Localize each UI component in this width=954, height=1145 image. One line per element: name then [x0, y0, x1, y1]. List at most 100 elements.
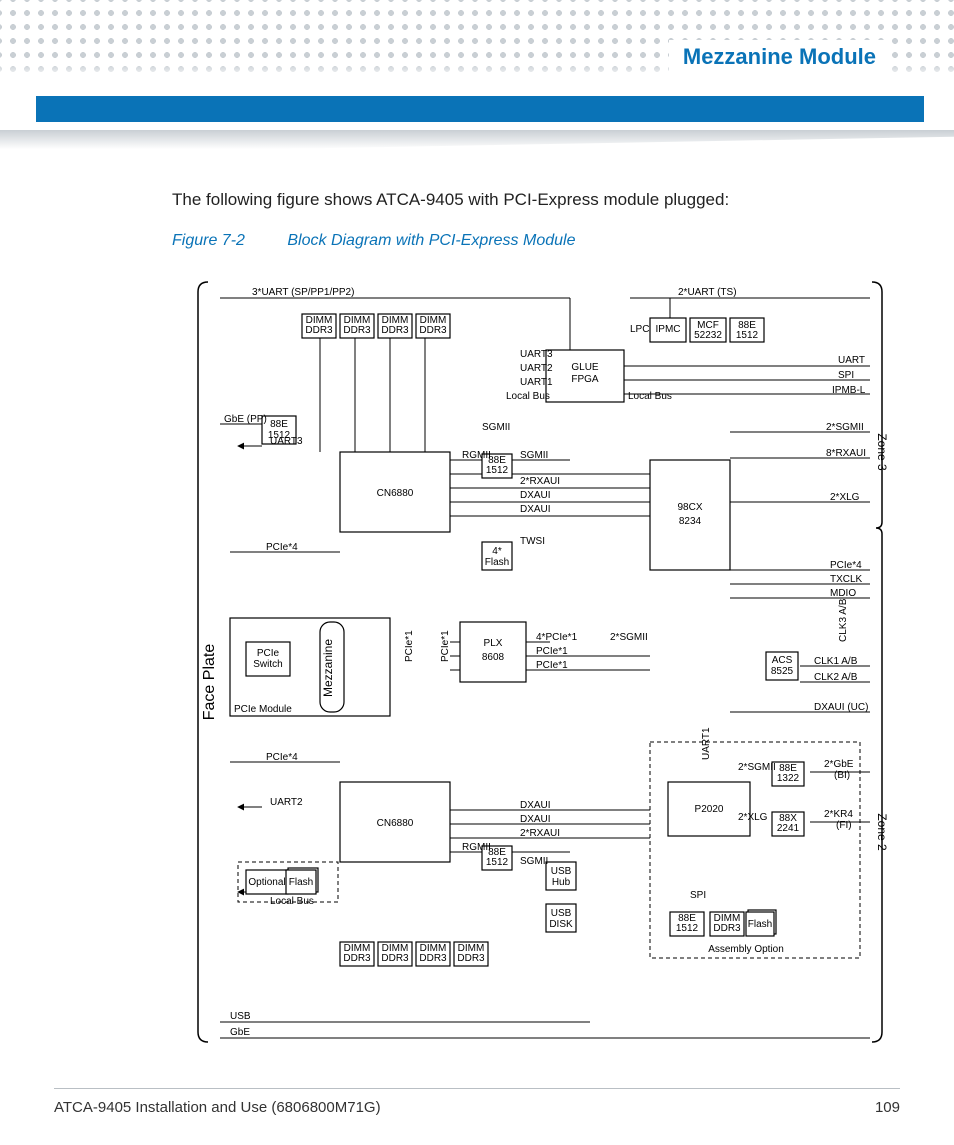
svg-text:8234: 8234	[679, 516, 702, 527]
svg-text:DXAUI (UC): DXAUI (UC)	[814, 702, 868, 713]
svg-text:DISK: DISK	[549, 919, 573, 930]
svg-text:UART1: UART1	[520, 377, 553, 388]
svg-text:(BI): (BI)	[834, 770, 850, 781]
svg-text:PCIe*4: PCIe*4	[266, 752, 298, 763]
svg-text:Local Bus: Local Bus	[628, 391, 672, 402]
svg-text:Hub: Hub	[552, 877, 571, 888]
block-pcie-switch: PCIe	[257, 648, 280, 659]
svg-text:8608: 8608	[482, 652, 505, 663]
footer-doc: ATCA-9405 Installation and Use (6806800M…	[54, 1099, 381, 1116]
svg-text:Local Bus: Local Bus	[270, 896, 314, 907]
svg-text:4*PCIe*1: 4*PCIe*1	[536, 632, 578, 643]
svg-text:IPMB-L: IPMB-L	[832, 385, 866, 396]
block-cn6880-bot: CN6880	[377, 818, 414, 829]
svg-text:TWSI: TWSI	[520, 536, 545, 547]
svg-text:2*SGMII: 2*SGMII	[826, 422, 864, 433]
svg-text:ACS: ACS	[772, 655, 793, 666]
svg-text:MDIO: MDIO	[830, 588, 856, 599]
intro-text: The following figure shows ATCA-9405 wit…	[172, 190, 729, 210]
svg-text:TXCLK: TXCLK	[830, 574, 863, 585]
mezzanine-label: Mezzanine	[321, 639, 335, 697]
svg-text:UART2: UART2	[520, 363, 553, 374]
svg-text:(FI): (FI)	[836, 820, 852, 831]
zone3-label: Zone 3	[875, 433, 889, 471]
svg-text:PCIe*1: PCIe*1	[404, 630, 415, 662]
svg-text:USB: USB	[551, 866, 572, 877]
svg-text:UART1: UART1	[701, 727, 712, 760]
figure-title: Block Diagram with PCI-Express Module	[287, 232, 575, 249]
svg-text:SGMII: SGMII	[520, 450, 548, 461]
block-98cx: 98CX	[677, 502, 702, 513]
svg-text:1322: 1322	[777, 773, 800, 784]
block-p2020: P2020	[695, 804, 724, 815]
svg-text:1512: 1512	[736, 330, 759, 341]
svg-text:DXAUI: DXAUI	[520, 814, 551, 825]
svg-text:4*: 4*	[492, 546, 502, 557]
svg-text:Flash: Flash	[485, 557, 509, 568]
svg-text:USB: USB	[230, 1011, 251, 1022]
svg-text:2*XLG: 2*XLG	[830, 492, 860, 503]
footer-page: 109	[875, 1099, 900, 1116]
svg-text:GbE: GbE	[230, 1027, 250, 1038]
svg-text:2*RXAUI: 2*RXAUI	[520, 476, 560, 487]
header-blue-bar	[36, 96, 924, 122]
svg-text:1512: 1512	[486, 857, 509, 868]
svg-text:3*UART (SP/PP1/PP2): 3*UART (SP/PP1/PP2)	[252, 287, 354, 298]
assembly-option-label: Assembly Option	[708, 944, 784, 955]
svg-text:DXAUI: DXAUI	[520, 504, 551, 515]
header-grey-wedge	[0, 130, 954, 154]
svg-text:2*KR4: 2*KR4	[824, 809, 853, 820]
svg-text:Optional: Optional	[248, 877, 285, 888]
svg-text:2*SGMII: 2*SGMII	[610, 632, 648, 643]
figure-caption: Figure 7-2 Block Diagram with PCI-Expres…	[172, 232, 575, 250]
svg-text:DDR3: DDR3	[381, 953, 409, 964]
block-cn6880-top: CN6880	[377, 488, 414, 499]
svg-text:2*SGMII: 2*SGMII	[738, 762, 776, 773]
svg-text:DDR3: DDR3	[305, 325, 333, 336]
svg-text:Switch: Switch	[253, 659, 282, 670]
svg-text:DDR3: DDR3	[419, 325, 447, 336]
block-diagram: Face Plate Zone 3 Zone 2	[190, 262, 890, 1062]
svg-text:UART2: UART2	[270, 797, 303, 808]
section-title: Mezzanine Module	[669, 40, 890, 74]
svg-text:PCIe*4: PCIe*4	[830, 560, 862, 571]
svg-text:USB: USB	[551, 908, 572, 919]
svg-text:LPC: LPC	[630, 324, 649, 335]
svg-text:DDR3: DDR3	[457, 953, 485, 964]
svg-text:DDR3: DDR3	[381, 325, 409, 336]
svg-text:UART: UART	[838, 355, 865, 366]
zone2-label: Zone 2	[875, 813, 889, 851]
svg-text:SPI: SPI	[838, 370, 854, 381]
svg-text:DDR3: DDR3	[419, 953, 447, 964]
svg-text:2241: 2241	[777, 823, 800, 834]
svg-text:DDR3: DDR3	[343, 325, 371, 336]
svg-text:8525: 8525	[771, 666, 794, 677]
block-glue-fpga: GLUE	[571, 362, 599, 373]
svg-text:2*XLG: 2*XLG	[738, 812, 768, 823]
pcie-module-label: PCIe Module	[234, 704, 292, 715]
svg-text:CLK1 A/B: CLK1 A/B	[814, 656, 858, 667]
svg-text:PCIe*1: PCIe*1	[440, 630, 451, 662]
svg-text:Flash: Flash	[289, 877, 313, 888]
svg-text:FPGA: FPGA	[571, 374, 599, 385]
svg-text:PCIe*4: PCIe*4	[266, 542, 298, 553]
svg-text:RGMII: RGMII	[462, 842, 491, 853]
svg-text:Local Bus: Local Bus	[506, 391, 550, 402]
svg-text:2*UART (TS): 2*UART (TS)	[678, 287, 737, 298]
svg-text:52232: 52232	[694, 330, 722, 341]
block-plx: PLX	[484, 638, 503, 649]
svg-text:SPI: SPI	[690, 890, 706, 901]
svg-text:1512: 1512	[486, 465, 509, 476]
svg-text:1512: 1512	[676, 923, 699, 934]
figure-number: Figure 7-2	[172, 232, 245, 249]
svg-text:SGMII: SGMII	[482, 422, 510, 433]
svg-text:DDR3: DDR3	[343, 953, 371, 964]
svg-text:PCIe*1: PCIe*1	[536, 646, 568, 657]
svg-text:DDR3: DDR3	[713, 923, 741, 934]
svg-text:2*RXAUI: 2*RXAUI	[520, 828, 560, 839]
block-ipmc: IPMC	[656, 324, 681, 335]
svg-text:Flash: Flash	[748, 919, 772, 930]
svg-text:2*GbE: 2*GbE	[824, 759, 854, 770]
svg-text:8*RXAUI: 8*RXAUI	[826, 448, 866, 459]
svg-text:PCIe*1: PCIe*1	[536, 660, 568, 671]
